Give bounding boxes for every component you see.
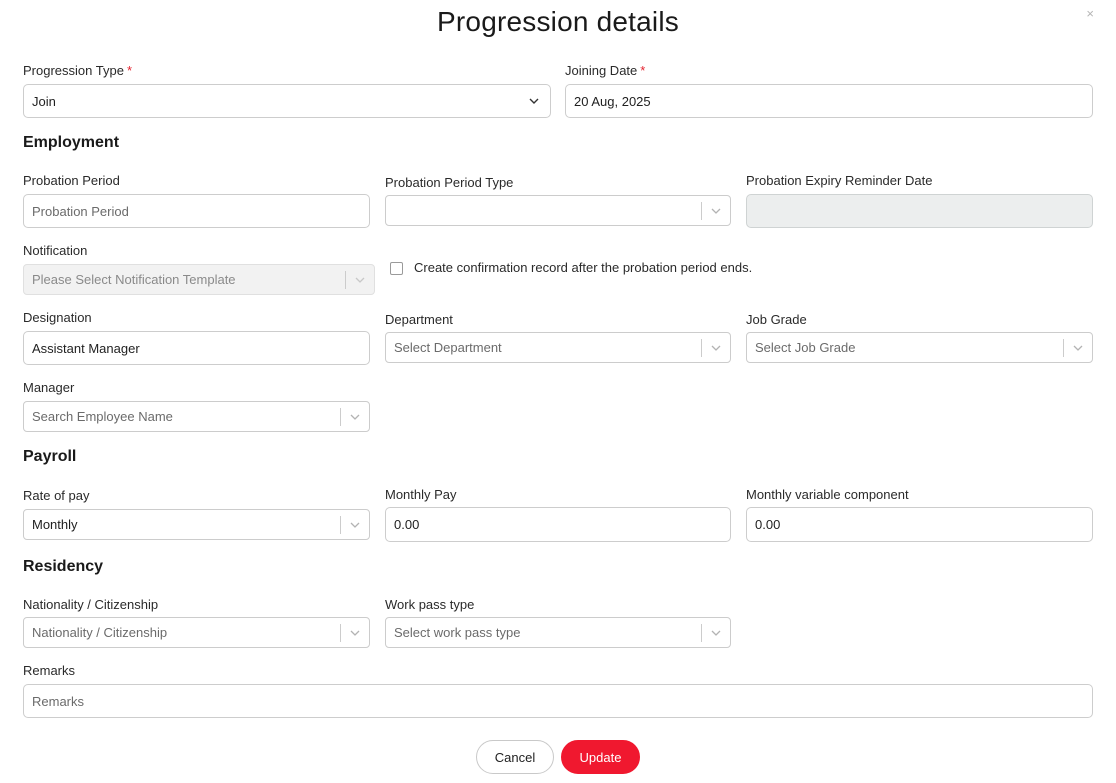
monthly-variable-label: Monthly variable component [746,487,909,502]
probation-period-input[interactable]: Probation Period [23,194,370,228]
progression-details-modal: Progression details × Progression Type * … [0,0,1116,783]
cancel-button[interactable]: Cancel [476,740,554,774]
remarks-label: Remarks [23,663,76,678]
update-button[interactable]: Update [561,740,640,774]
required-marker: * [640,63,646,78]
rate-of-pay-value: Monthly [32,517,78,532]
notification-placeholder: Please Select Notification Template [32,272,236,287]
chevron-down-icon [341,618,369,647]
manager-label: Manager [23,380,75,395]
close-icon[interactable]: × [1086,6,1094,21]
nationality-label: Nationality / Citizenship [23,597,159,612]
manager-select[interactable]: Search Employee Name [23,401,370,432]
joining-date-input[interactable]: 20 Aug, 2025 [565,84,1093,118]
chevron-down-icon [346,265,374,294]
chevron-down-icon [528,95,540,107]
job-grade-label: Job Grade [746,312,807,327]
chevron-down-icon [1064,333,1092,362]
confirmation-record-label: Create confirmation record after the pro… [414,260,753,275]
probation-period-type-label: Probation Period Type [385,175,514,190]
probation-period-type-select[interactable] [385,195,731,226]
monthly-variable-input[interactable]: 0.00 [746,507,1093,542]
monthly-pay-label: Monthly Pay [385,487,457,502]
nationality-select[interactable]: Nationality / Citizenship [23,617,370,648]
progression-type-value: Join [32,93,56,109]
progression-type-label: Progression Type * [23,63,132,78]
notification-select: Please Select Notification Template [23,264,375,295]
chevron-down-icon [702,196,730,225]
designation-value: Assistant Manager [32,340,140,356]
chevron-down-icon [702,618,730,647]
rate-of-pay-label: Rate of pay [23,488,90,503]
joining-date-label-text: Joining Date [565,63,638,78]
probation-expiry-label: Probation Expiry Reminder Date [746,173,933,188]
modal-title: Progression details [437,6,679,37]
notification-label: Notification [23,243,88,258]
joining-date-value: 20 Aug, 2025 [574,93,651,109]
manager-placeholder: Search Employee Name [32,409,173,424]
monthly-pay-input[interactable]: 0.00 [385,507,731,542]
progression-type-label-text: Progression Type [23,63,124,78]
chevron-down-icon [702,333,730,362]
remarks-placeholder: Remarks [32,693,85,709]
required-marker: * [126,63,132,78]
residency-section-title: Residency [23,558,104,575]
employment-section-title: Employment [23,134,120,151]
progression-type-select[interactable]: Join [23,84,551,118]
work-pass-select[interactable]: Select work pass type [385,617,731,648]
department-placeholder: Select Department [394,340,502,355]
remarks-input[interactable]: Remarks [23,684,1093,718]
nationality-placeholder: Nationality / Citizenship [32,625,168,640]
job-grade-select[interactable]: Select Job Grade [746,332,1093,363]
chevron-down-icon [341,510,369,539]
chevron-down-icon [341,402,369,431]
rate-of-pay-select[interactable]: Monthly [23,509,370,540]
monthly-pay-value: 0.00 [394,517,420,532]
confirmation-record-checkbox[interactable] [390,262,403,275]
work-pass-placeholder: Select work pass type [394,625,521,640]
joining-date-label: Joining Date * [565,63,645,78]
payroll-section-title: Payroll [23,448,77,465]
probation-expiry-input [746,194,1093,228]
job-grade-placeholder: Select Job Grade [755,340,856,355]
monthly-variable-value: 0.00 [755,517,781,532]
designation-label: Designation [23,310,92,325]
department-label: Department [385,312,453,327]
work-pass-label: Work pass type [385,597,475,612]
department-select[interactable]: Select Department [385,332,731,363]
probation-period-placeholder: Probation Period [32,203,129,219]
designation-input[interactable]: Assistant Manager [23,331,370,365]
probation-period-label: Probation Period [23,173,120,188]
